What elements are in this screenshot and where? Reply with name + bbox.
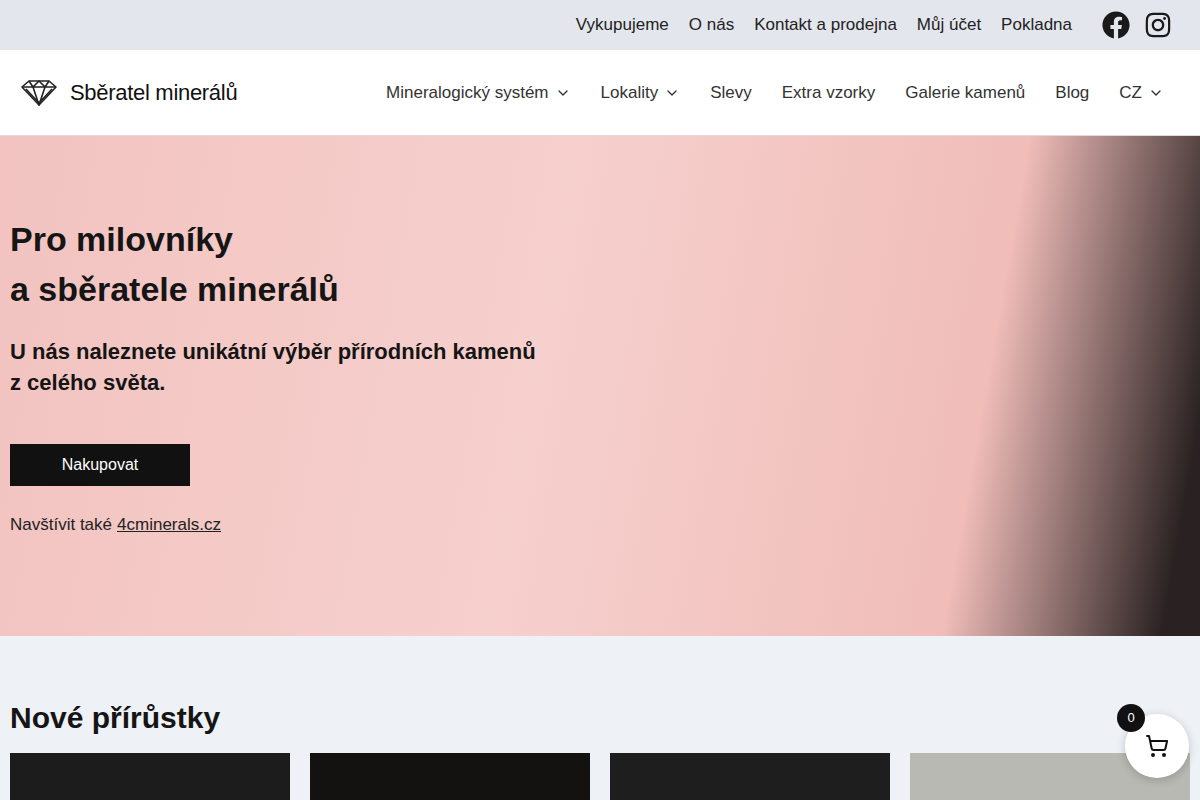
nav-item[interactable]: Galerie kamenů [905,80,1025,106]
chevron-down-icon [1148,85,1164,101]
top-link[interactable]: Kontakt a prodejna [754,12,897,38]
visit-link[interactable]: 4cminerals.cz [117,512,221,538]
hero: Pro milovníkya sběratele minerálů U nás n… [0,136,1200,636]
top-bar: Vykupujeme O nás Kontakt a prodejna Můj úče… [0,0,1200,50]
product-card[interactable] [610,753,890,800]
nav-item[interactable]: CZ [1119,80,1164,106]
instagram-icon[interactable] [1144,11,1172,39]
shop-button[interactable]: Nakupovat [10,444,190,486]
hero-subtitle: U nás naleznete unikátní výběr přírodníc… [10,336,1190,398]
page: Vykupujeme O nás Kontakt a prodejna Můj úče… [0,0,1200,800]
product-card[interactable] [310,753,590,800]
cart-badge: 0 [1117,704,1145,732]
header: Sběratel minerálů Mineralogický systém Lok… [0,50,1200,136]
diamond-logo-icon [20,79,58,107]
visit-text: Navštívit také4cminerals.cz [10,512,1190,538]
hero-title: Pro milovníkya sběratele minerálů [10,214,1190,314]
new-arrivals: Nové přírůstky [0,636,1200,800]
top-link[interactable]: O nás [689,12,734,38]
nav-item[interactable]: Lokality [601,80,681,106]
section-title: Nové přírůstky [10,698,1190,738]
main-nav: Mineralogický systém Lokality Slevy Extra v… [386,80,1164,106]
logo[interactable]: Sběratel minerálů [20,76,237,109]
chevron-down-icon [555,85,571,101]
nav-item[interactable]: Slevy [710,80,752,106]
facebook-icon[interactable] [1102,11,1130,39]
top-link[interactable]: Můj účet [917,12,981,38]
product-card[interactable] [10,753,290,800]
nav-item[interactable]: Blog [1055,80,1089,106]
top-link[interactable]: Vykupujeme [576,12,669,38]
nav-item[interactable]: Extra vzorky [782,80,876,106]
chevron-down-icon [664,85,680,101]
top-link[interactable]: Pokladna [1001,12,1072,38]
cart-icon [1145,734,1169,758]
nav-item[interactable]: Mineralogický systém [386,80,571,106]
